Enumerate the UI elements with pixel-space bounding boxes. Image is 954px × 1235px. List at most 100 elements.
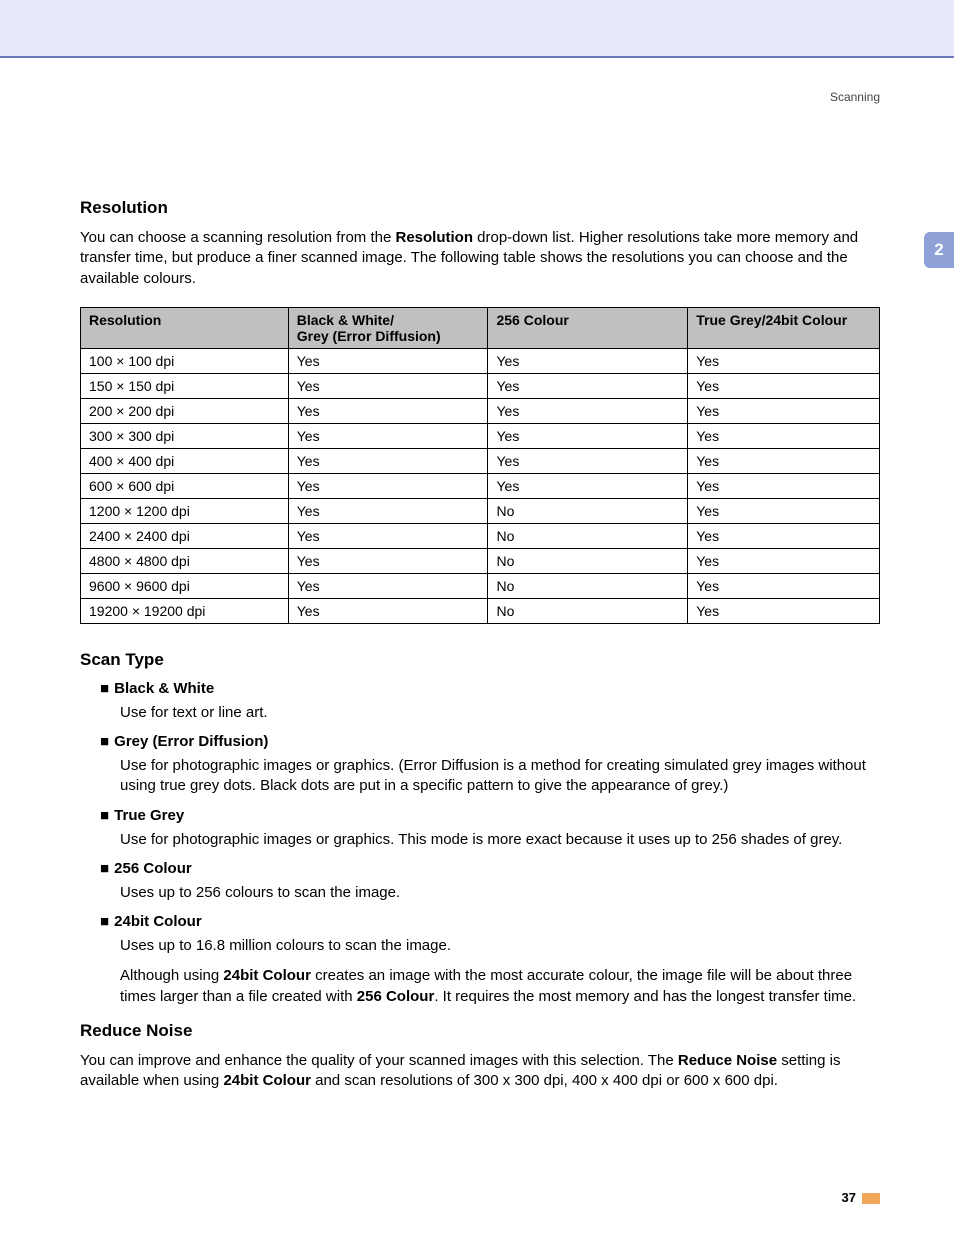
- table-cell: Yes: [688, 473, 880, 498]
- footer-mark-icon: [862, 1193, 880, 1204]
- resolution-heading: Resolution: [80, 198, 880, 218]
- th-resolution: Resolution: [81, 307, 289, 348]
- table-cell: Yes: [288, 523, 488, 548]
- table-cell: 100 × 100 dpi: [81, 348, 289, 373]
- list-item-desc: Use for photographic images or graphics.…: [120, 830, 880, 850]
- list-item-desc: Uses up to 16.8 million colours to scan …: [120, 936, 880, 956]
- breadcrumb: Scanning: [830, 90, 880, 104]
- table-cell: Yes: [288, 473, 488, 498]
- square-bullet-icon: ■: [100, 680, 110, 697]
- text: 24bit Colour: [223, 967, 311, 984]
- table-row: 19200 × 19200 dpiYesNoYes: [81, 598, 880, 623]
- table-row: 4800 × 4800 dpiYesNoYes: [81, 548, 880, 573]
- item-title: True Grey: [114, 807, 184, 824]
- table-row: 150 × 150 dpiYesYesYes: [81, 373, 880, 398]
- table-cell: Yes: [688, 423, 880, 448]
- table-cell: Yes: [688, 398, 880, 423]
- table-cell: Yes: [688, 523, 880, 548]
- table-cell: 600 × 600 dpi: [81, 473, 289, 498]
- list-item-heading: ■ True Grey: [100, 807, 880, 824]
- table-cell: Yes: [688, 448, 880, 473]
- table-cell: 4800 × 4800 dpi: [81, 548, 289, 573]
- item-title: Black & White: [114, 680, 214, 697]
- table-cell: Yes: [288, 573, 488, 598]
- table-row: 100 × 100 dpiYesYesYes: [81, 348, 880, 373]
- table-row: 1200 × 1200 dpiYesNoYes: [81, 498, 880, 523]
- list-item-desc: Use for photographic images or graphics.…: [120, 756, 880, 797]
- table-row: 9600 × 9600 dpiYesNoYes: [81, 573, 880, 598]
- th-256: 256 Colour: [488, 307, 688, 348]
- table-cell: Yes: [488, 398, 688, 423]
- chapter-tab: 2: [924, 232, 954, 268]
- table-cell: Yes: [688, 348, 880, 373]
- table-cell: Yes: [288, 348, 488, 373]
- list-item-heading: ■ 256 Colour: [100, 860, 880, 877]
- table-cell: Yes: [288, 398, 488, 423]
- item-title: 256 Colour: [114, 860, 192, 877]
- table-cell: No: [488, 573, 688, 598]
- table-row: 300 × 300 dpiYesYesYes: [81, 423, 880, 448]
- text: 256 Colour: [357, 988, 435, 1005]
- list-item-desc: Although using 24bit Colour creates an i…: [120, 966, 880, 1007]
- table-cell: 150 × 150 dpi: [81, 373, 289, 398]
- square-bullet-icon: ■: [100, 733, 110, 750]
- table-row: 400 × 400 dpiYesYesYes: [81, 448, 880, 473]
- reduce-noise-heading: Reduce Noise: [80, 1021, 880, 1041]
- page-number: 37: [842, 1190, 856, 1205]
- resolution-intro: You can choose a scanning resolution fro…: [80, 228, 880, 289]
- resolution-bold: Resolution: [395, 229, 473, 246]
- item-title: Grey (Error Diffusion): [114, 733, 268, 750]
- table-cell: 19200 × 19200 dpi: [81, 598, 289, 623]
- table-cell: Yes: [288, 498, 488, 523]
- table-cell: Yes: [288, 373, 488, 398]
- text: Although using: [120, 967, 223, 984]
- th-bw: Black & White/ Grey (Error Diffusion): [288, 307, 488, 348]
- table-cell: 2400 × 2400 dpi: [81, 523, 289, 548]
- table-cell: No: [488, 523, 688, 548]
- table-header-row: Resolution Black & White/ Grey (Error Di…: [81, 307, 880, 348]
- table-cell: Yes: [488, 473, 688, 498]
- bold-24bit: 24bit Colour: [223, 1072, 311, 1089]
- table-cell: Yes: [688, 373, 880, 398]
- list-item-desc: Uses up to 256 colours to scan the image…: [120, 883, 880, 903]
- page-footer: 37: [842, 1190, 880, 1205]
- table-cell: Yes: [488, 423, 688, 448]
- table-cell: Yes: [488, 348, 688, 373]
- list-item-desc: Use for text or line art.: [120, 703, 880, 723]
- table-cell: Yes: [288, 598, 488, 623]
- page-content: Resolution You can choose a scanning res…: [0, 58, 954, 1091]
- table-cell: 300 × 300 dpi: [81, 423, 289, 448]
- table-row: 600 × 600 dpiYesYesYes: [81, 473, 880, 498]
- table-cell: 1200 × 1200 dpi: [81, 498, 289, 523]
- list-item-heading: ■ 24bit Colour: [100, 913, 880, 930]
- list-item-heading: ■ Grey (Error Diffusion): [100, 733, 880, 750]
- table-cell: Yes: [488, 373, 688, 398]
- table-cell: No: [488, 548, 688, 573]
- table-cell: Yes: [288, 423, 488, 448]
- text: You can choose a scanning resolution fro…: [80, 229, 395, 246]
- reduce-noise-intro: You can improve and enhance the quality …: [80, 1051, 880, 1092]
- list-item-heading: ■ Black & White: [100, 680, 880, 697]
- text: . It requires the most memory and has th…: [434, 988, 856, 1005]
- table-cell: Yes: [488, 448, 688, 473]
- table-cell: 9600 × 9600 dpi: [81, 573, 289, 598]
- table-cell: Yes: [288, 548, 488, 573]
- top-band: [0, 0, 954, 56]
- scan-type-heading: Scan Type: [80, 650, 880, 670]
- table-cell: Yes: [288, 448, 488, 473]
- resolution-table: Resolution Black & White/ Grey (Error Di…: [80, 307, 880, 624]
- table-cell: Yes: [688, 548, 880, 573]
- reduce-noise-bold: Reduce Noise: [678, 1052, 777, 1069]
- square-bullet-icon: ■: [100, 913, 110, 930]
- item-title: 24bit Colour: [114, 913, 202, 930]
- text: and scan resolutions of 300 x 300 dpi, 4…: [311, 1072, 778, 1089]
- table-row: 2400 × 2400 dpiYesNoYes: [81, 523, 880, 548]
- square-bullet-icon: ■: [100, 860, 110, 877]
- square-bullet-icon: ■: [100, 807, 110, 824]
- table-cell: Yes: [688, 498, 880, 523]
- table-cell: No: [488, 598, 688, 623]
- table-cell: No: [488, 498, 688, 523]
- table-cell: 400 × 400 dpi: [81, 448, 289, 473]
- table-cell: Yes: [688, 598, 880, 623]
- th-true: True Grey/24bit Colour: [688, 307, 880, 348]
